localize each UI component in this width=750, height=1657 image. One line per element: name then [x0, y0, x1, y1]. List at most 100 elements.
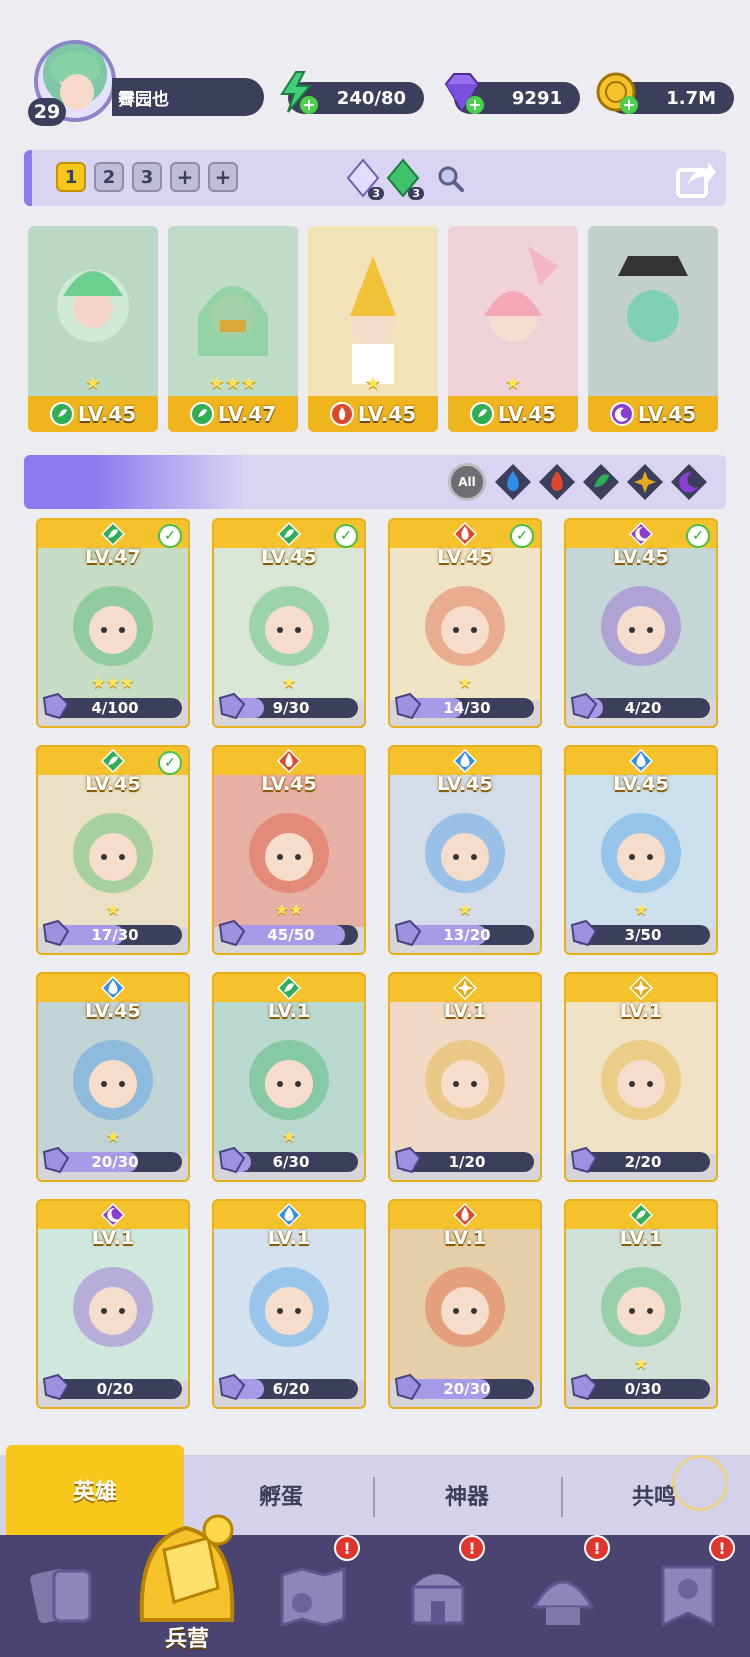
floating-ring-icon[interactable] [672, 1455, 728, 1511]
hero-card[interactable]: ✓ LV.45 ★ 17/30 [36, 745, 190, 955]
nature-element-icon [189, 402, 214, 426]
shard-icon [218, 1373, 246, 1401]
light-crystal[interactable]: 3 [344, 158, 384, 200]
star-rating: ★ [633, 1354, 649, 1373]
add-gems-icon[interactable]: + [466, 96, 484, 114]
slot-level-bar: LV.45 [448, 396, 578, 432]
hero-portrait [28, 226, 158, 396]
nature-filter-icon[interactable] [582, 463, 620, 501]
hero-card[interactable]: ✓ LV.45 4/20 [564, 518, 718, 728]
hero-card[interactable]: LV.45 ★ 20/30 [36, 972, 190, 1182]
gold-value: 1.7M [666, 87, 716, 109]
nav-banner[interactable]: ! [625, 1535, 750, 1657]
hero-card[interactable]: LV.1 1/20 [388, 972, 542, 1182]
star-rating: ★ [364, 373, 382, 394]
nature-element-icon [101, 522, 125, 546]
energy-counter[interactable]: + 240/80 [280, 71, 424, 114]
filter-all-button[interactable]: All [448, 463, 486, 501]
water-filter-icon[interactable] [494, 463, 532, 501]
team-slot[interactable]: ★★★ LV.47 [168, 226, 298, 432]
gem-counter[interactable]: + 9291 [444, 73, 580, 114]
hero-card[interactable]: LV.1 6/20 [212, 1199, 366, 1409]
tab-artifacts[interactable]: 神器 [376, 1455, 558, 1535]
cards-icon [29, 1568, 91, 1624]
add-team-button-2[interactable]: + [208, 162, 238, 192]
nav-cards[interactable] [0, 1535, 125, 1657]
guild-icon [530, 1580, 595, 1625]
hero-card[interactable]: LV.1 20/30 [388, 1199, 542, 1409]
hero-card[interactable]: LV.1 2/20 [564, 972, 718, 1182]
shard-icon [42, 1146, 70, 1174]
team-slot[interactable]: ★ LV.45 [28, 226, 158, 432]
tab-divider [561, 1477, 563, 1517]
dark-element-icon [101, 1203, 125, 1227]
dark-element-icon [609, 402, 634, 426]
player-avatar[interactable]: 29 [28, 40, 118, 126]
nav-map[interactable]: ! [250, 1535, 375, 1657]
light-filter-icon[interactable] [626, 463, 664, 501]
hero-card[interactable]: ✓ LV.45 ★ 9/30 [212, 518, 366, 728]
hero-level: LV.1 [619, 1227, 663, 1249]
hero-card[interactable]: ✓ LV.45 ★ 14/30 [388, 518, 542, 728]
light-element-icon [453, 976, 477, 1000]
deployed-check-icon: ✓ [158, 524, 182, 548]
add-team-button[interactable]: + [170, 162, 200, 192]
slot-level: LV.45 [357, 402, 417, 426]
fire-filter-icon[interactable] [538, 463, 576, 501]
slot-level-bar: LV.47 [168, 396, 298, 432]
team-slot[interactable]: ★ LV.45 [448, 226, 578, 432]
nature-crystal[interactable]: 3 [384, 158, 424, 200]
deployed-check-icon: ✓ [334, 524, 358, 548]
team-slot[interactable]: ★ LV.45 [308, 226, 438, 432]
nature-element-icon [277, 976, 301, 1000]
star-rating: ★ [457, 673, 473, 692]
hero-level: LV.1 [91, 1227, 135, 1249]
hero-portrait [390, 1002, 540, 1154]
team-tab-2[interactable]: 2 [94, 162, 124, 192]
star-rating: ★ [281, 1127, 297, 1146]
star-rating: ★★★ [91, 673, 135, 692]
team-tab-3[interactable]: 3 [132, 162, 162, 192]
nav-guild[interactable]: ! [500, 1535, 625, 1657]
hero-card[interactable]: LV.1 ★ 6/30 [212, 972, 366, 1182]
nature-element-icon [277, 522, 301, 546]
magnifier-icon[interactable] [436, 164, 464, 192]
hero-portrait [566, 548, 716, 700]
hero-card[interactable]: LV.1 ★ 0/30 [564, 1199, 718, 1409]
hero-portrait [38, 1229, 188, 1381]
team-slot[interactable]: LV.45 [588, 226, 718, 432]
add-energy-icon[interactable]: + [300, 96, 318, 114]
dark-filter-icon[interactable] [670, 463, 708, 501]
nav-barracks[interactable]: 兵营 [128, 1510, 246, 1657]
team-tab-1[interactable]: 1 [56, 162, 86, 192]
hero-level: LV.47 [85, 546, 141, 568]
nature-element-icon [629, 1203, 653, 1227]
star-rating: ★ [457, 900, 473, 919]
hero-portrait [448, 226, 578, 396]
hero-card[interactable]: LV.45 ★ 13/20 [388, 745, 542, 955]
slot-level: LV.47 [217, 402, 277, 426]
shard-icon [218, 692, 246, 720]
gold-counter[interactable]: + 1.7M [596, 72, 734, 114]
hero-level: LV.45 [261, 546, 317, 568]
slot-level: LV.45 [637, 402, 697, 426]
shard-icon [394, 919, 422, 947]
hero-card[interactable]: LV.1 0/20 [36, 1199, 190, 1409]
light-crystal-count: 3 [368, 187, 384, 200]
shard-icon [570, 692, 598, 720]
shard-icon [570, 919, 598, 947]
alert-badge: ! [334, 1535, 360, 1561]
nav-temple[interactable]: ! [375, 1535, 500, 1657]
water-element-icon [277, 1203, 301, 1227]
hero-card[interactable]: LV.45 ★★ 45/50 [212, 745, 366, 955]
hero-level: LV.45 [437, 546, 493, 568]
hero-level: LV.1 [267, 1227, 311, 1249]
hero-card[interactable]: LV.45 ★ 3/50 [564, 745, 718, 955]
player-name[interactable]: 霽园也 [112, 78, 264, 116]
water-element-icon [629, 749, 653, 773]
shard-icon [394, 1146, 422, 1174]
add-gold-icon[interactable]: + [620, 96, 638, 114]
share-icon[interactable] [674, 156, 718, 200]
hero-level: LV.1 [619, 1000, 663, 1022]
hero-card[interactable]: ✓ LV.47 ★★★ 4/100 [36, 518, 190, 728]
